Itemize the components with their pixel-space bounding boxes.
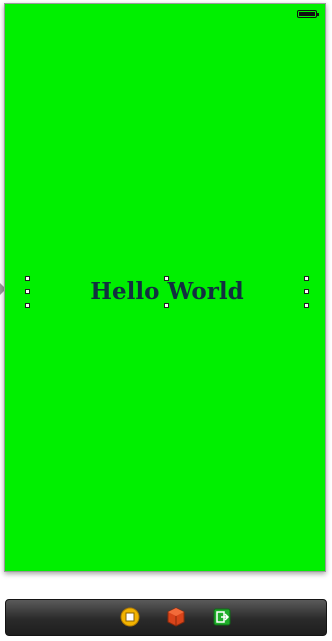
battery-icon <box>297 10 319 18</box>
hello-world-label[interactable]: Hello World <box>25 276 309 308</box>
resize-handle-bottom-left[interactable] <box>25 303 30 308</box>
view-controller-scene[interactable]: Hello World <box>4 3 326 572</box>
resize-handle-top-left[interactable] <box>25 276 30 281</box>
label-text: Hello World <box>90 278 244 305</box>
exit-icon[interactable] <box>212 607 232 627</box>
resize-handle-top-center[interactable] <box>164 276 169 281</box>
scene-dock <box>5 599 327 636</box>
status-bar <box>5 4 325 24</box>
resize-handle-bottom-right[interactable] <box>304 303 309 308</box>
resize-handle-bottom-center[interactable] <box>164 303 169 308</box>
resize-handle-middle-left[interactable] <box>25 289 30 294</box>
resize-handle-top-right[interactable] <box>304 276 309 281</box>
first-responder-icon[interactable] <box>166 607 186 627</box>
resize-handle-middle-right[interactable] <box>304 289 309 294</box>
view-controller-icon[interactable] <box>120 607 140 627</box>
